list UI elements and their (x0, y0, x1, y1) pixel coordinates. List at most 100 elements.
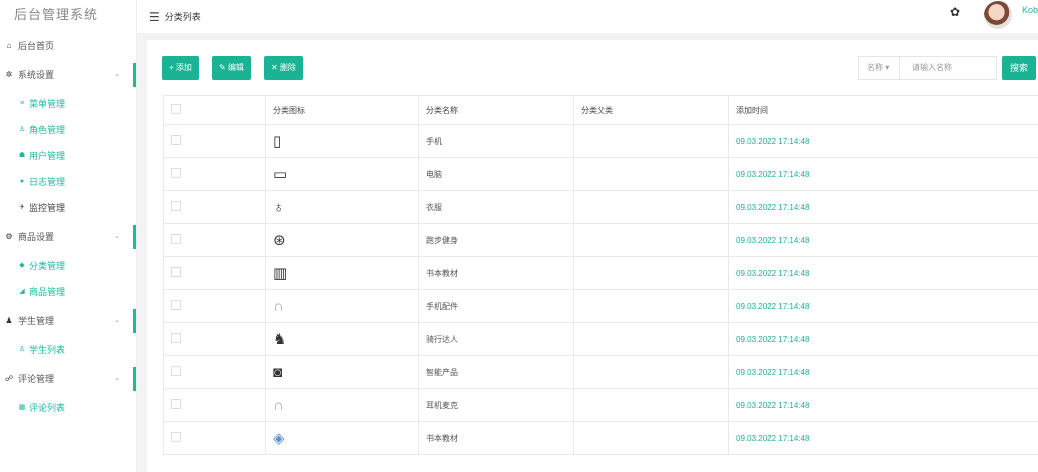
delete-button[interactable]: ✕ 删除 (264, 56, 303, 80)
category-name: 跑步健身 (418, 223, 574, 257)
select-all-checkbox[interactable] (171, 104, 181, 114)
category-parent (573, 223, 729, 257)
sidebar-group-students[interactable]: ♟ 学生管理 ⌄ (0, 305, 136, 337)
sidebar-item-category[interactable]: ◆ 分类管理 (0, 253, 136, 279)
palette-icon[interactable]: ✿ (950, 5, 960, 19)
row-checkbox[interactable] (171, 333, 181, 343)
user-name[interactable]: Kob (1022, 5, 1038, 15)
category-time: 09.03.2022 17:14:48 (728, 322, 1038, 356)
row-checkbox[interactable] (171, 432, 181, 442)
sidebar-group-label: 商品设置 (18, 232, 55, 242)
category-name: 电脑 (418, 157, 574, 191)
home-icon: ⌂ (6, 41, 12, 50)
books-icon: ▥ (273, 264, 288, 282)
comment-icon: ☍ (4, 374, 14, 383)
sidebar-group-system[interactable]: ✲ 系统设置 ⌄ (0, 59, 136, 91)
shop-icon: ⚙ (5, 232, 13, 241)
category-time: 09.03.2022 17:14:48 (728, 421, 1038, 455)
table-row[interactable]: ◈ 书本教材 09.03.2022 17:14:48 (163, 421, 1038, 455)
table-row[interactable]: ⊛ 跑步健身 09.03.2022 17:14:48 (163, 223, 1038, 257)
table-header-row: 分类图标 分类名称 分类父类 添加时间 (163, 95, 1038, 125)
row-checkbox[interactable] (171, 201, 181, 211)
category-time: 09.03.2022 17:14:48 (728, 256, 1038, 290)
category-time: 09.03.2022 17:14:48 (728, 190, 1038, 224)
sidebar-group-comments[interactable]: ☍ 评论管理 ⌄ (0, 363, 136, 395)
sidebar-item-goods[interactable]: ◢ 商品管理 (0, 279, 136, 305)
breadcrumb: 分类列表 (164, 12, 201, 22)
table-row[interactable]: ◙ 智能产品 09.03.2022 17:14:48 (163, 355, 1038, 389)
search-button[interactable]: 搜索 (1002, 56, 1037, 80)
book-icon: ◈ (273, 429, 285, 447)
group-indicator (133, 225, 136, 249)
group-indicator (133, 63, 136, 87)
sidebar-group-label: 评论管理 (18, 374, 55, 384)
add-button[interactable]: + 添加 (162, 56, 199, 80)
row-checkbox[interactable] (171, 399, 181, 409)
basketball-icon: ⊛ (273, 231, 286, 249)
computer-icon: ▭ (273, 165, 288, 183)
sidebar-item-monitor[interactable]: ✈ 监控管理 (0, 195, 136, 221)
sidebar-item-student-list[interactable]: ♙ 学生列表 (0, 337, 136, 363)
category-name: 书本教材 (418, 421, 574, 455)
log-icon: ● (19, 178, 25, 185)
category-parent (573, 289, 729, 323)
category-parent (573, 190, 729, 224)
sidebar-group-label: 学生管理 (18, 316, 55, 326)
select-all-cell[interactable] (163, 95, 266, 125)
sidebar-item-label: 监控管理 (29, 203, 66, 213)
category-parent (573, 421, 729, 455)
search-field-select[interactable]: 名称 ▾ (858, 56, 900, 80)
edit-button[interactable]: ✎ 编辑 (212, 56, 251, 80)
list-icon: ≡ (19, 100, 25, 107)
column-header: 分类图标 (265, 95, 419, 125)
column-header: 添加时间 (728, 95, 1038, 125)
row-checkbox[interactable] (171, 267, 181, 277)
users-icon: ☗ (18, 152, 26, 159)
table-row[interactable]: ▥ 书本教材 09.03.2022 17:14:48 (163, 256, 1038, 290)
search-input[interactable]: 请输入名称 (899, 56, 997, 80)
category-time: 09.03.2022 17:14:48 (728, 223, 1038, 257)
sidebar-group-shop[interactable]: ⚙ 商品设置 ⌄ (0, 221, 136, 253)
sidebar-item-menu[interactable]: ≡ 菜单管理 (0, 91, 136, 117)
sidebar-item-home[interactable]: ⌂ 后台首页 (0, 33, 136, 59)
monitor-icon: ✈ (19, 204, 25, 211)
table-row[interactable]: ∩ 耳机麦克 09.03.2022 17:14:48 (163, 388, 1038, 422)
sidebar-group-label: 系统设置 (18, 70, 55, 80)
sidebar-item-users[interactable]: ☗ 用户管理 (0, 143, 136, 169)
sidebar-item-logs[interactable]: ● 日志管理 (0, 169, 136, 195)
group-indicator (133, 367, 136, 391)
sidebar-item-comment-list[interactable]: ▦ 评论列表 (0, 395, 136, 421)
table-row[interactable]: ♁ 衣服 09.03.2022 17:14:48 (163, 190, 1038, 224)
chevron-icon: ⌄ (114, 233, 120, 240)
user-role-icon: ♙ (18, 126, 26, 133)
sidebar-item-label: 后台首页 (18, 41, 55, 51)
headphones-icon: ∩ (273, 396, 284, 414)
avatar[interactable] (984, 1, 1012, 29)
category-time: 09.03.2022 17:14:48 (728, 124, 1038, 158)
category-time: 09.03.2022 17:14:48 (728, 355, 1038, 389)
clothes-icon: ♁ (273, 198, 285, 216)
chevron-icon: ⌄ (114, 71, 120, 78)
menu-toggle-icon[interactable]: ☰ (149, 10, 160, 24)
row-checkbox[interactable] (171, 234, 181, 244)
column-header: 分类名称 (418, 95, 574, 125)
category-parent (573, 355, 729, 389)
table-row[interactable]: ∩ 手机配件 09.03.2022 17:14:48 (163, 289, 1038, 323)
table-row[interactable]: ♞ 骑行达人 09.03.2022 17:14:48 (163, 322, 1038, 356)
row-checkbox[interactable] (171, 168, 181, 178)
chevron-icon: ⌄ (114, 317, 120, 324)
row-checkbox[interactable] (171, 300, 181, 310)
table-row[interactable]: ▯ 手机 09.03.2022 17:14:48 (163, 124, 1038, 158)
category-name: 智能产品 (418, 355, 574, 389)
category-panel: + 添加 ✎ 编辑 ✕ 删除 名称 ▾ 请输入名称 搜索 分类图标 分类名称 分… (147, 40, 1038, 472)
table-row[interactable]: ▭ 电脑 09.03.2022 17:14:48 (163, 157, 1038, 191)
category-time: 09.03.2022 17:14:48 (728, 388, 1038, 422)
app-title: 后台管理系统 (14, 7, 99, 22)
student-list-icon: ♙ (18, 346, 26, 353)
category-table: 分类图标 分类名称 分类父类 添加时间 ▯ 手机 09.03.2022 17:1… (163, 95, 1038, 455)
row-checkbox[interactable] (171, 135, 181, 145)
category-time: 09.03.2022 17:14:48 (728, 157, 1038, 191)
row-checkbox[interactable] (171, 366, 181, 376)
category-time: 09.03.2022 17:14:48 (728, 289, 1038, 323)
sidebar-item-roles[interactable]: ♙ 角色管理 (0, 117, 136, 143)
